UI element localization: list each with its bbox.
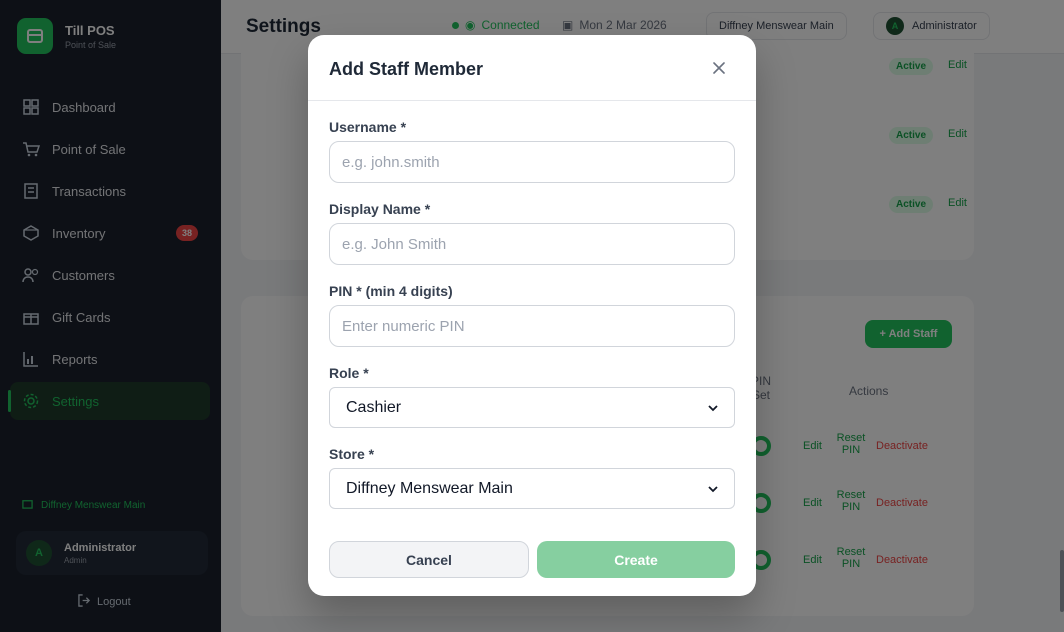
username-label: Username * [329, 119, 407, 135]
close-icon [713, 62, 725, 74]
username-input[interactable] [329, 141, 735, 183]
create-button[interactable]: Create [537, 541, 735, 578]
cancel-button[interactable]: Cancel [329, 541, 529, 578]
pin-input[interactable] [329, 305, 735, 347]
role-select[interactable]: Cashier [329, 387, 735, 428]
modal-title: Add Staff Member [329, 59, 484, 79]
store-label: Store * [329, 446, 375, 462]
chevron-down-icon [708, 480, 718, 498]
chevron-down-icon [708, 399, 718, 417]
close-button[interactable] [708, 57, 730, 79]
display-name-label: Display Name * [329, 201, 431, 217]
display-name-input[interactable] [329, 223, 735, 265]
pin-label: PIN * (min 4 digits) [329, 283, 453, 299]
role-label: Role * [329, 365, 369, 381]
add-staff-modal: Add Staff Member Username * Display Name… [308, 35, 756, 596]
modal-header: Add Staff Member [308, 35, 756, 101]
role-select-value: Cashier [346, 398, 402, 416]
store-select-value: Diffney Menswear Main [346, 479, 513, 497]
store-select[interactable]: Diffney Menswear Main [329, 468, 735, 509]
